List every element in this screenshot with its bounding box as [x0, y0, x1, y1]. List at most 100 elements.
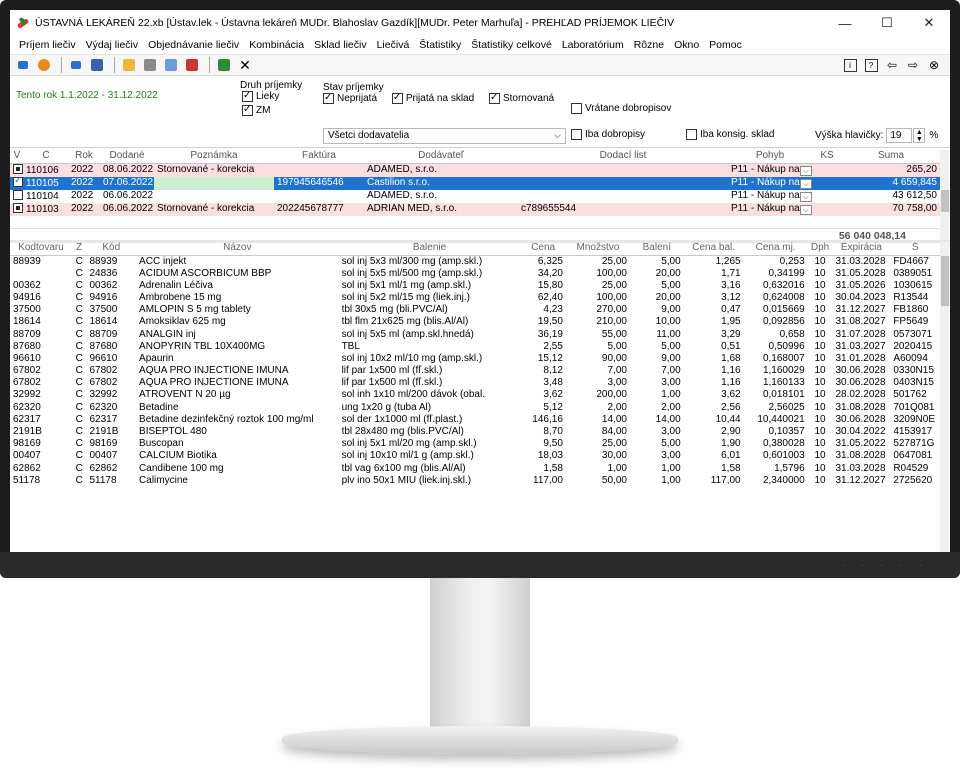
menu-item-4[interactable]: Sklad liečiv — [309, 39, 372, 51]
receipts-col-header[interactable]: Dodací list — [518, 150, 728, 164]
checkbox-stornovana[interactable]: Stornovaná — [488, 92, 554, 104]
chevron-down-icon[interactable]: ⌵ — [799, 192, 812, 202]
add-receipt-icon[interactable] — [14, 57, 32, 73]
header-height-spinner[interactable]: ▲ ▼ — [913, 128, 926, 143]
chevron-down-icon[interactable]: ⌵ — [799, 166, 812, 176]
row-checkbox[interactable] — [13, 202, 23, 213]
checkbox-stornovana-box[interactable] — [488, 92, 500, 104]
maximize-button[interactable]: ☐ — [866, 15, 908, 31]
calculator-icon[interactable] — [141, 57, 159, 73]
item-row[interactable]: C 24836 ACIDUM ASCORBICUM BBP sol inj 5x5 m… — [10, 268, 940, 280]
checkbox-iba-dobropisy[interactable]: Iba dobropisy — [571, 129, 645, 140]
item-row[interactable]: 32992 C 32992 ATROVENT N 20 µg sol inh 1x10 … — [10, 389, 940, 401]
receipt-row[interactable]: 110103 2022 06.06.2022 Stornované - korekci… — [10, 202, 940, 216]
items-col-header[interactable]: Balenie — [338, 242, 521, 256]
item-row[interactable]: 62320 C 62320 Betadine ung 1x20 g (tuba Al) 5… — [10, 402, 940, 414]
receipt-mark-cell[interactable]: 110104 — [10, 189, 68, 203]
items-col-header[interactable]: Cena mj. — [743, 242, 808, 256]
info-icon[interactable]: i — [841, 57, 859, 73]
menu-item-8[interactable]: Laboratórium — [557, 39, 629, 51]
menu-item-11[interactable]: Pomoc — [704, 39, 747, 51]
save-icon[interactable] — [88, 57, 106, 73]
receipt-row[interactable]: 110106 2022 08.06.2022 Stornované - korekci… — [10, 163, 940, 177]
items-col-header[interactable]: Kodtovaru — [10, 242, 72, 256]
help-icon[interactable]: ? — [862, 57, 880, 73]
item-row[interactable]: 98169 C 98169 Buscopan sol inj 5x1 ml/20 mg … — [10, 438, 940, 450]
item-row[interactable]: 00407 C 00407 CALCIUM Biotika sol inj 10x10 … — [10, 450, 940, 462]
chevron-down-icon[interactable]: ⌵ — [799, 205, 812, 215]
receipts-col-header[interactable]: Rok — [68, 150, 100, 164]
receipts-col-header[interactable]: Dodané — [100, 150, 154, 164]
checkbox-iba-konsig-box[interactable] — [686, 129, 697, 140]
items-col-header[interactable]: Kód — [86, 242, 137, 256]
minimize-button[interactable]: — — [824, 16, 866, 31]
receipts-scrollbar[interactable] — [940, 150, 950, 240]
items-col-header[interactable]: Expirácia — [832, 242, 891, 256]
items-col-header[interactable]: Cena bal. — [683, 242, 744, 256]
checkbox-lieky[interactable]: Lieky — [242, 90, 279, 102]
checkbox-prijata[interactable]: Prijatá na sklad — [391, 92, 474, 104]
menu-item-6[interactable]: Štatistiky — [414, 39, 466, 51]
item-row[interactable]: 37500 C 37500 AMLOPIN S 5 mg tablety tbl 30x… — [10, 304, 940, 316]
close-button[interactable]: ✕ — [908, 15, 950, 31]
receipt-mark-cell[interactable]: 110106 — [10, 163, 68, 177]
supplier-select[interactable]: Všetci dodavatelia ⌵ — [323, 128, 566, 144]
item-row[interactable]: 00362 C 00362 Adrenalin Léčiva sol inj 5x1 m… — [10, 280, 940, 292]
filter-icon[interactable] — [183, 57, 201, 73]
header-height-input[interactable]: 19 — [886, 128, 913, 143]
items-col-header[interactable]: Dph — [807, 242, 833, 256]
item-row[interactable]: 88939 C 88939 ACC injekt sol inj 5x3 ml/300 … — [10, 255, 940, 268]
items-col-header[interactable]: Š — [890, 242, 940, 256]
receipt-movement[interactable]: P11 - Nákup na ⌵ — [728, 176, 812, 190]
open-receipt-icon[interactable] — [35, 57, 53, 73]
item-row[interactable]: 87680 C 87680 ANOPYRIN TBL 10X400MG TBL 2,55 5… — [10, 341, 940, 353]
chevron-down-icon[interactable]: ⌵ — [799, 179, 812, 189]
receipt-mark-cell[interactable]: 110105 — [10, 176, 68, 190]
receipts-col-header[interactable]: Č — [24, 150, 68, 164]
items-col-header[interactable]: Balení — [629, 242, 684, 256]
item-row[interactable]: 94916 C 94916 Ambrobene 15 mg sol inj 5x2 ml… — [10, 292, 940, 304]
item-row[interactable]: 18614 C 18614 Amoksiklav 625 mg tbl flm 21x6… — [10, 316, 940, 328]
close-circle-icon[interactable]: ⊗ — [925, 57, 943, 73]
items-col-header[interactable]: Z — [72, 242, 87, 256]
menu-item-1[interactable]: Výdaj liečiv — [81, 39, 144, 51]
checkbox-neprijata[interactable]: Neprijatá — [323, 92, 377, 104]
receipts-col-header[interactable]: KS — [812, 150, 842, 164]
checkbox-iba-konsig[interactable]: Iba konsig. sklad — [686, 129, 775, 140]
menu-item-3[interactable]: Kombinácia — [244, 39, 309, 51]
checkbox-neprijata-box[interactable] — [323, 92, 334, 104]
checkbox-vratane-box[interactable] — [571, 103, 582, 114]
items-scrollbar-thumb[interactable] — [941, 256, 949, 306]
menu-item-10[interactable]: Okno — [669, 39, 704, 51]
item-row[interactable]: 62862 C 62862 Candibene 100 mg tbl vag 6x100… — [10, 463, 940, 475]
checkbox-vratane-dobropisov[interactable]: Vrátane dobropisov — [571, 103, 671, 114]
items-col-header[interactable]: Cena — [520, 242, 566, 256]
item-row[interactable]: 88709 C 88709 ANALGIN inj sol inj 5x5 ml (am… — [10, 328, 940, 340]
import-icon[interactable] — [67, 57, 85, 73]
menu-item-0[interactable]: Príjem liečiv — [14, 39, 81, 51]
row-checkbox[interactable] — [13, 163, 23, 174]
document-icon[interactable] — [162, 57, 180, 73]
back-arrow-icon[interactable]: ⇦ — [883, 57, 901, 73]
receipts-col-header[interactable]: Poznámka — [154, 150, 274, 164]
period-label[interactable]: Tento rok 1.1.2022 - 31.12.2022 — [16, 90, 158, 101]
receipts-col-header[interactable]: Suma — [842, 150, 940, 164]
row-checkbox[interactable] — [13, 176, 23, 187]
checkbox-zm-box[interactable] — [242, 104, 253, 116]
item-row[interactable]: 96610 C 96610 Apaurin sol inj 10x2 ml/10 mg … — [10, 353, 940, 365]
receipt-movement[interactable]: P11 - Nákup na ⌵ — [728, 189, 812, 203]
checkbox-lieky-box[interactable] — [242, 90, 253, 102]
delete-icon[interactable]: ✕ — [236, 57, 254, 73]
receipt-row[interactable]: 110105 202207.06.2022 197945646546Castilio… — [10, 176, 940, 190]
item-row[interactable]: 51178 C 51178 Calimycine plv ino 50x1 MIU (l… — [10, 475, 940, 487]
receipt-row[interactable]: 110104 2022 06.06.2022 ADAMED, s.r.o. P11 - … — [10, 189, 940, 203]
receipts-col-header[interactable]: V — [10, 150, 24, 164]
export-icon[interactable] — [215, 57, 233, 73]
items-scrollbar[interactable] — [940, 242, 950, 552]
receipt-mark-cell[interactable]: 110103 — [10, 202, 68, 216]
checkbox-zm[interactable]: ZM — [242, 104, 270, 116]
item-row[interactable]: 62317 C 62317 Betadine dezinfekčný roztok 1… — [10, 414, 940, 426]
items-col-header[interactable]: Názov — [136, 242, 339, 256]
receipts-scrollbar-thumb[interactable] — [941, 190, 949, 212]
receipts-col-header[interactable]: Faktúra — [274, 150, 364, 164]
